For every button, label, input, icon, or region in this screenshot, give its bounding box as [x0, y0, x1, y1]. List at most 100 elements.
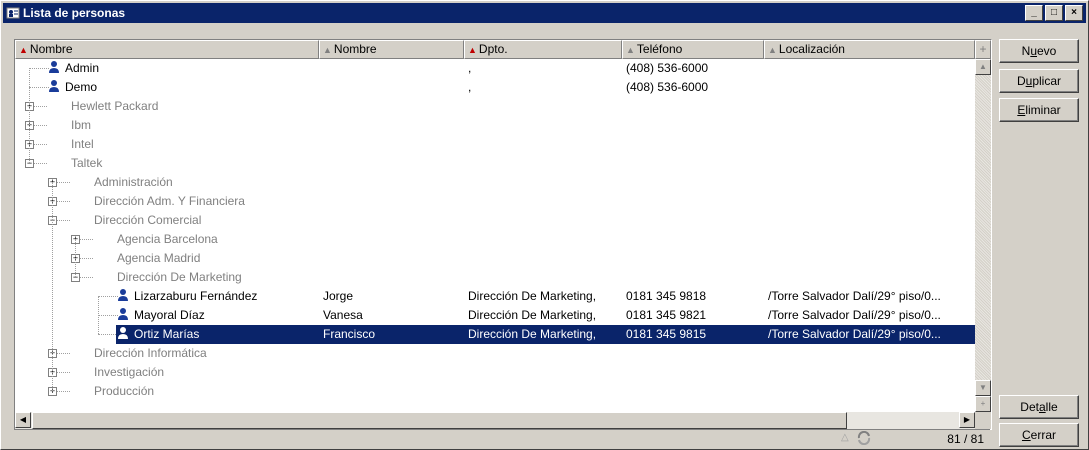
location-cell: /Torre Salvador Dalí/29° piso/0...	[768, 308, 941, 322]
tree-group-row[interactable]: + Administración	[15, 173, 975, 192]
table-row[interactable]: Admin, (408) 536-6000	[15, 59, 975, 78]
group-name-cell: Dirección Comercial	[94, 213, 202, 227]
duplicate-button[interactable]: Duplicar	[999, 69, 1079, 93]
firstname-cell: Francisco	[319, 325, 464, 344]
person-name: Ortiz Marías	[134, 327, 200, 341]
close-button[interactable]: Cerrar	[999, 423, 1079, 447]
person-name-cell: Lizarzaburu Fernández	[116, 287, 319, 306]
location-cell	[764, 78, 975, 97]
phone-cell: 0181 345 9815	[622, 325, 764, 344]
sort-icon: ▲	[626, 45, 635, 55]
dept-cell: Dirección De Marketing,	[468, 308, 597, 322]
horizontal-scrollbar[interactable]: ◀ ▶	[15, 412, 975, 429]
firstname-cell	[319, 59, 464, 78]
tree-group-row[interactable]: + Dirección Informática	[15, 344, 975, 363]
scroll-plus-button[interactable]: +	[975, 396, 991, 412]
person-name: Admin	[65, 61, 100, 75]
window-title: Lista de personas	[23, 6, 126, 20]
maximize-icon: □	[1050, 7, 1058, 18]
person-name-cell: Admin	[47, 59, 319, 78]
group-name-cell: Administración	[94, 175, 173, 189]
table-row[interactable]: Mayoral Díaz Vanesa Dirección De Marketing…	[15, 306, 975, 325]
person-name-cell: Ortiz Marías	[116, 325, 319, 344]
status-bar: △ 81 / 81	[14, 429, 990, 448]
dept-cell: Dirección De Marketing,	[464, 325, 622, 344]
firstname-cell: Jorge	[323, 289, 354, 303]
person-name: Demo	[65, 80, 98, 94]
dept-cell: ,	[468, 80, 472, 94]
people-list[interactable]: ▲ Nombre ▲ Nombre ▲ Dpto. ▲ Teléfono ▲ Locali…	[14, 39, 992, 430]
arrow-down-icon: ▼	[979, 383, 987, 392]
table-row[interactable]: Demo, (408) 536-6000	[15, 78, 975, 97]
tree-group-row[interactable]: − Dirección De Marketing	[15, 268, 975, 287]
phone-cell: 0181 345 9818	[626, 289, 707, 303]
column-header-dept[interactable]: ▲ Dpto.	[464, 40, 622, 59]
group-name-cell: Producción	[94, 384, 155, 398]
tree-group-row[interactable]: + Ibm	[15, 116, 975, 135]
sort-icon: ▲	[768, 45, 777, 55]
minimize-icon: _	[1031, 7, 1037, 18]
detail-button[interactable]: Detalle	[999, 395, 1079, 419]
tree-group-row[interactable]: + Producción	[15, 382, 975, 401]
dept-cell: ,	[468, 61, 472, 75]
firstname-cell	[319, 78, 464, 97]
person-icon	[118, 327, 128, 339]
group-name-cell: Dirección De Marketing	[117, 270, 242, 284]
person-name: Mayoral Díaz	[134, 308, 205, 322]
group-name-cell: Investigación	[94, 365, 165, 379]
new-button[interactable]: Nuevo	[999, 39, 1079, 63]
column-headers: ▲ Nombre ▲ Nombre ▲ Dpto. ▲ Teléfono ▲ Locali…	[15, 40, 991, 59]
table-row[interactable]: Ortiz Marías Francisco Dirección De Market…	[15, 325, 975, 344]
delete-button[interactable]: Eliminar	[999, 98, 1079, 122]
scroll-up-button[interactable]: ▲	[975, 59, 991, 75]
group-name-cell: Taltek	[71, 156, 103, 170]
person-name-cell: Demo	[47, 78, 319, 97]
vertical-scrollbar[interactable]: ▲ ▼ +	[975, 59, 991, 412]
tree-group-row[interactable]: + Agencia Madrid	[15, 249, 975, 268]
column-header-firstname[interactable]: ▲ Nombre	[319, 40, 464, 59]
scroll-right-button[interactable]: ▶	[959, 412, 975, 428]
column-header-phone[interactable]: ▲ Teléfono	[622, 40, 764, 59]
tree-group-row[interactable]: + Dirección Adm. Y Financiera	[15, 192, 975, 211]
refresh-icon[interactable]	[856, 431, 872, 445]
tree-group-row[interactable]: + Investigación	[15, 363, 975, 382]
person-icon	[118, 308, 128, 320]
close-window-button[interactable]: ×	[1065, 5, 1083, 21]
phone-cell: (408) 536-6000	[626, 61, 709, 75]
tree-group-row[interactable]: + Hewlett Packard	[15, 97, 975, 116]
group-name-cell: Dirección Adm. Y Financiera	[94, 194, 245, 208]
group-name-cell: Agencia Barcelona	[117, 232, 218, 246]
tree-group-row[interactable]: + Agencia Barcelona	[15, 230, 975, 249]
plus-icon: +	[979, 42, 987, 56]
phone-cell: (408) 536-6000	[626, 80, 709, 94]
close-icon: ×	[1071, 7, 1077, 18]
title-bar[interactable]: Lista de personas _ □ ×	[3, 3, 1086, 23]
plus-icon: +	[980, 399, 986, 408]
window: Lista de personas _ □ × ▲ Nombre ▲ Nombre …	[0, 0, 1089, 450]
arrow-right-icon: ▶	[963, 415, 971, 424]
column-chooser-button[interactable]: +	[975, 40, 991, 59]
table-row[interactable]: Lizarzaburu Fernández Jorge Dirección De M…	[15, 287, 975, 306]
phone-cell: 0181 345 9821	[626, 308, 707, 322]
maximize-button[interactable]: □	[1045, 5, 1063, 21]
sort-asc-icon: ▲	[19, 45, 28, 55]
minimize-button[interactable]: _	[1025, 5, 1043, 21]
person-icon	[49, 61, 59, 73]
group-name-cell: Intel	[71, 137, 94, 151]
scroll-corner	[975, 412, 991, 429]
horizontal-scroll-thumb[interactable]	[32, 412, 847, 429]
person-icon	[118, 289, 128, 301]
group-name-cell: Dirección Informática	[94, 346, 207, 360]
column-header-name[interactable]: ▲ Nombre	[15, 40, 319, 59]
arrow-left-icon: ◀	[19, 415, 27, 424]
record-count: 81 / 81	[947, 432, 984, 446]
tree-group-row[interactable]: − Dirección Comercial	[15, 211, 975, 230]
scroll-down-button[interactable]: ▼	[975, 380, 991, 396]
tree-group-row[interactable]: − Taltek	[15, 154, 975, 173]
group-name-cell: Hewlett Packard	[71, 99, 159, 113]
tree-group-row[interactable]: + Intel	[15, 135, 975, 154]
scroll-left-button[interactable]: ◀	[15, 412, 31, 428]
column-header-location[interactable]: ▲ Localización	[764, 40, 975, 59]
sort-icon: ▲	[323, 45, 332, 55]
triangle-icon: △	[841, 432, 849, 443]
